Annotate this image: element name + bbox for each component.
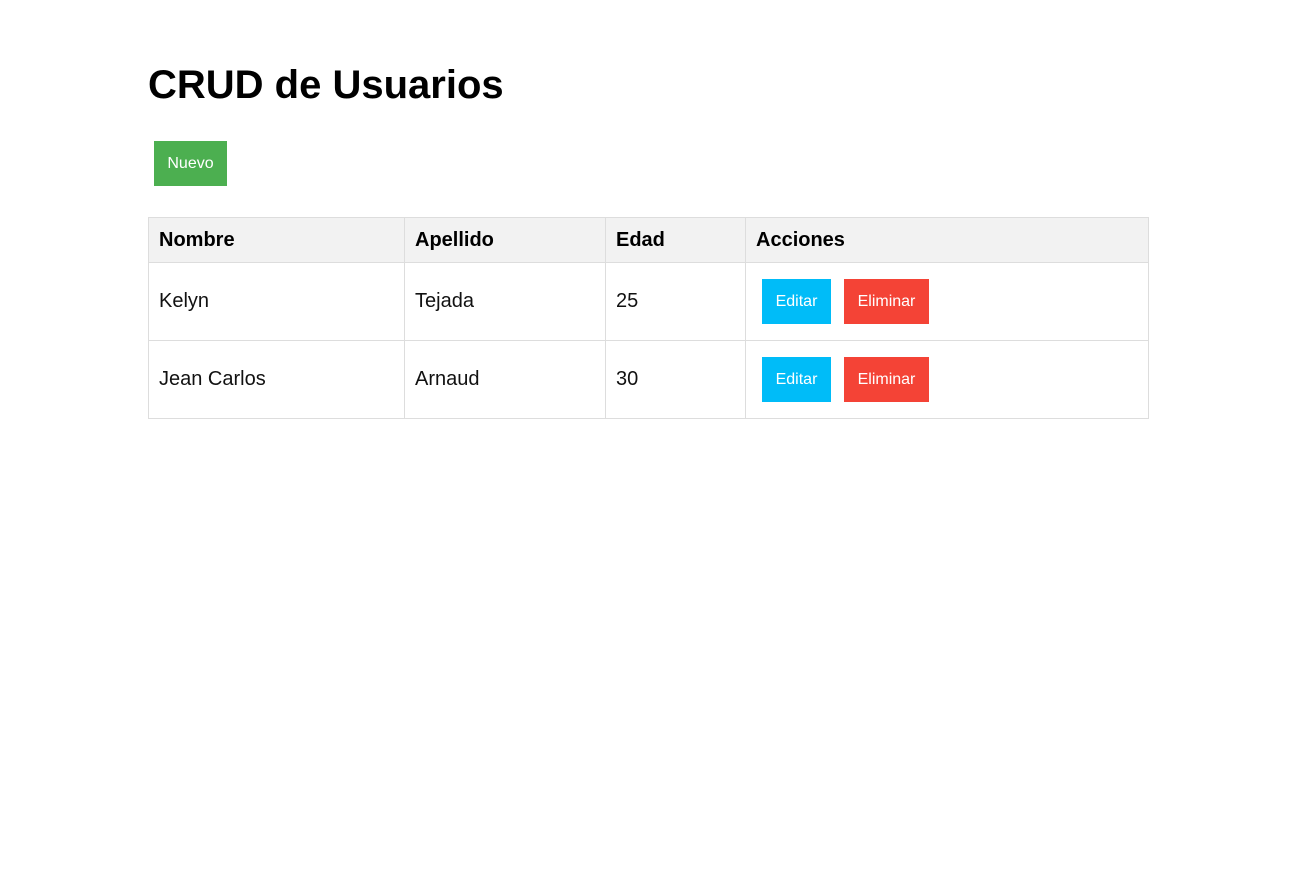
cell-edad: 25 <box>605 262 746 341</box>
cell-nombre: Jean Carlos <box>148 340 405 419</box>
cell-edad: 30 <box>605 340 746 419</box>
cell-acciones: Editar Eliminar <box>745 262 1149 341</box>
table-row: Kelyn Tejada 25 Editar Eliminar <box>148 262 1149 341</box>
new-user-button[interactable]: Nuevo <box>154 141 227 186</box>
column-header-nombre: Nombre <box>148 217 405 263</box>
table-row: Jean Carlos Arnaud 30 Editar Eliminar <box>148 340 1149 419</box>
column-header-acciones: Acciones <box>745 217 1149 263</box>
delete-button[interactable]: Eliminar <box>844 357 929 402</box>
cell-nombre: Kelyn <box>148 262 405 341</box>
column-header-edad: Edad <box>605 217 746 263</box>
table-header-row: Nombre Apellido Edad Acciones <box>148 217 1149 263</box>
cell-apellido: Arnaud <box>404 340 606 419</box>
cell-apellido: Tejada <box>404 262 606 341</box>
column-header-apellido: Apellido <box>404 217 606 263</box>
page: CRUD de Usuarios Nuevo Nombre Apellido E… <box>0 0 1295 885</box>
page-title: CRUD de Usuarios <box>148 63 504 107</box>
users-table: Nombre Apellido Edad Acciones Kelyn Teja… <box>148 217 1149 419</box>
edit-button[interactable]: Editar <box>762 357 831 402</box>
delete-button[interactable]: Eliminar <box>844 279 929 324</box>
edit-button[interactable]: Editar <box>762 279 831 324</box>
cell-acciones: Editar Eliminar <box>745 340 1149 419</box>
